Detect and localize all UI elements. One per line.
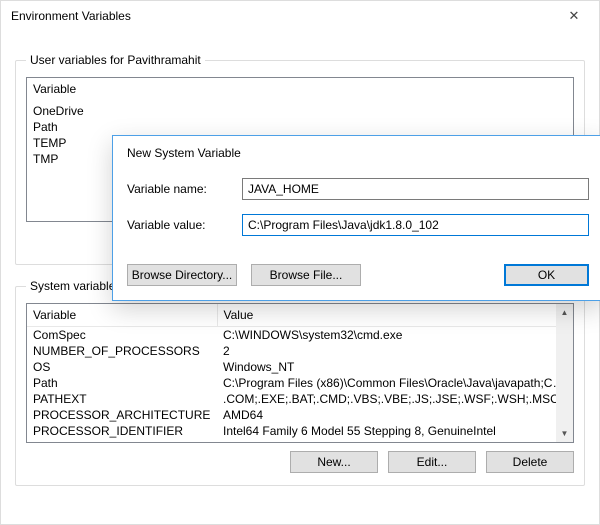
system-variables-table-wrap: Variable Value ComSpecC:\WINDOWS\system3… xyxy=(26,303,574,443)
close-icon[interactable]: ✕ xyxy=(559,8,589,24)
table-row[interactable]: PROCESSOR_IDENTIFIERIntel64 Family 6 Mod… xyxy=(27,423,573,439)
new-system-variable-dialog: New System Variable Variable name: Varia… xyxy=(112,135,600,301)
sys-edit-button[interactable]: Edit... xyxy=(388,451,476,473)
table-row[interactable]: PathC:\Program Files (x86)\Common Files\… xyxy=(27,375,573,391)
sys-col-value[interactable]: Value xyxy=(217,304,573,327)
variable-value-input[interactable] xyxy=(242,214,589,236)
dialog-title: New System Variable xyxy=(113,136,600,174)
titlebar: Environment Variables ✕ xyxy=(1,1,599,31)
system-variables-table[interactable]: Variable Value ComSpecC:\WINDOWS\system3… xyxy=(27,304,573,439)
variable-name-input[interactable] xyxy=(242,178,589,200)
scrollbar[interactable]: ▲ ▼ xyxy=(556,304,573,442)
user-col-variable[interactable]: Variable xyxy=(27,78,573,101)
user-variables-legend: User variables for Pavithramahit xyxy=(26,53,205,67)
list-item[interactable]: Path xyxy=(27,119,573,135)
content-area: User variables for Pavithramahit Variabl… xyxy=(1,31,599,486)
table-row[interactable]: PATHEXT.COM;.EXE;.BAT;.CMD;.VBS;.VBE;.JS… xyxy=(27,391,573,407)
sys-delete-button[interactable]: Delete xyxy=(486,451,574,473)
scroll-up-icon[interactable]: ▲ xyxy=(556,304,573,321)
environment-variables-window: Environment Variables ✕ User variables f… xyxy=(0,0,600,525)
sys-new-button[interactable]: New... xyxy=(290,451,378,473)
table-row[interactable]: PROCESSOR_ARCHITECTUREAMD64 xyxy=(27,407,573,423)
browse-file-button[interactable]: Browse File... xyxy=(251,264,361,286)
scroll-down-icon[interactable]: ▼ xyxy=(556,425,573,442)
user-variables-group: User variables for Pavithramahit Variabl… xyxy=(15,53,585,265)
list-item[interactable]: OneDrive xyxy=(27,103,573,119)
sys-col-variable[interactable]: Variable xyxy=(27,304,217,327)
browse-directory-button[interactable]: Browse Directory... xyxy=(127,264,237,286)
table-row[interactable]: NUMBER_OF_PROCESSORS2 xyxy=(27,343,573,359)
window-title: Environment Variables xyxy=(11,9,131,23)
variable-name-label: Variable name: xyxy=(127,182,242,196)
table-row[interactable]: ComSpecC:\WINDOWS\system32\cmd.exe xyxy=(27,327,573,344)
variable-value-label: Variable value: xyxy=(127,218,242,232)
ok-button[interactable]: OK xyxy=(504,264,589,286)
system-variables-group: System variables Variable Value ComSpecC… xyxy=(15,279,585,486)
system-variables-legend: System variables xyxy=(26,279,125,293)
table-row[interactable]: OSWindows_NT xyxy=(27,359,573,375)
